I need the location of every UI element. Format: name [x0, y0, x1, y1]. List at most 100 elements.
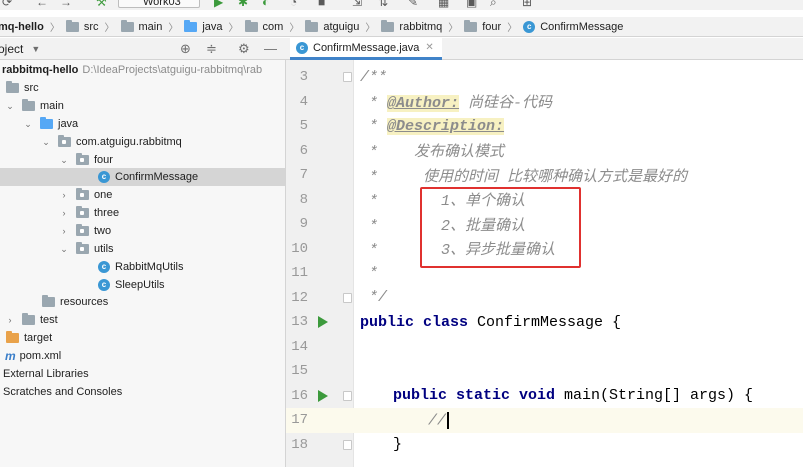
coverage-icon[interactable]: ◐ — [262, 0, 269, 8]
search-icon[interactable]: ⌕ — [490, 0, 497, 8]
tree-item-resources[interactable]: resources — [0, 293, 285, 311]
identifier: ConfirmMessage { — [468, 313, 622, 331]
tree-item-three[interactable]: › three — [0, 204, 285, 222]
fold-icon[interactable] — [343, 439, 352, 450]
tree-item-src[interactable]: src — [0, 79, 285, 97]
javadoc-tag: @Author: — [387, 95, 460, 113]
chevron-right-icon[interactable]: › — [58, 226, 70, 236]
folder-icon — [244, 19, 258, 32]
run-config-dropdown[interactable]: Work03 — [118, 0, 200, 8]
tree-item-java[interactable]: ⌄ java — [0, 115, 285, 133]
gear-icon[interactable]: ⚙ — [238, 41, 250, 57]
layout-icon[interactable]: ▦ — [438, 0, 449, 8]
source-folder-icon — [184, 19, 198, 32]
folder-icon — [6, 81, 19, 93]
stop-icon[interactable]: ■ — [318, 0, 325, 8]
attach-icon[interactable]: ⇲ — [352, 0, 362, 8]
chevron-down-icon[interactable]: ▼ — [31, 44, 40, 54]
breadcrumb-item-src[interactable]: src — [65, 19, 99, 33]
breadcrumb-item-rabbitmq[interactable]: rabbitmq — [381, 19, 443, 33]
back-icon[interactable]: ← — [36, 0, 48, 8]
tree-item-test[interactable]: › test — [0, 311, 285, 329]
terminal-icon[interactable]: ▣ — [466, 0, 477, 8]
tree-item-pom[interactable]: m pom.xml — [0, 347, 285, 365]
line-number: 12 — [291, 289, 308, 306]
tree-item-rabbitmq-hello[interactable]: rabbitmq-hello D:\IdeaProjects\atguigu-r… — [0, 61, 285, 79]
line-number: 10 — [291, 240, 308, 257]
chevron-down-icon[interactable]: ⌄ — [40, 137, 52, 148]
run-gutter-icon[interactable] — [318, 316, 328, 328]
chevron-right-icon[interactable]: › — [58, 208, 70, 218]
breadcrumb-item-java[interactable]: java — [184, 19, 223, 33]
project-view-selector[interactable]: oject — [0, 42, 23, 56]
close-icon[interactable]: ✕ — [425, 42, 433, 53]
chevron-down-icon[interactable]: ⌄ — [58, 155, 70, 166]
chevron-down-icon[interactable]: ⌄ — [58, 244, 70, 255]
tree-item-scratches[interactable]: Scratches and Consoles — [0, 383, 285, 401]
tree-item-confirmmessage[interactable]: c ConfirmMessage — [0, 168, 285, 186]
locate-icon[interactable]: ⊕ — [180, 41, 191, 57]
chevron-right-icon: 〉 — [168, 23, 179, 34]
class-icon: c — [296, 41, 308, 54]
tree-item-sleeputils[interactable]: c SleepUtils — [0, 276, 285, 294]
tree-item-rabbitmqutils[interactable]: c RabbitMqUtils — [0, 258, 285, 276]
folder-icon — [65, 19, 79, 32]
sdk-icon[interactable]: ⊞ — [522, 0, 532, 8]
breadcrumb-label: four — [482, 20, 502, 33]
sync-icon[interactable]: ⟳ — [2, 0, 12, 8]
forward-icon[interactable]: → — [60, 0, 72, 8]
hammer-icon[interactable]: ⚒ — [96, 0, 107, 8]
fold-icon[interactable] — [343, 390, 352, 401]
code-line: 14 — [286, 335, 803, 360]
breadcrumb-item-confirmmessage[interactable]: c ConfirmMessage — [523, 20, 624, 33]
line-number: 15 — [291, 363, 308, 380]
tree-item-two[interactable]: › two — [0, 222, 285, 240]
chevron-right-icon[interactable]: › — [4, 315, 16, 325]
chevron-down-icon[interactable]: ⌄ — [22, 119, 34, 130]
collapse-all-icon[interactable]: ≑ — [206, 41, 217, 57]
run-icon[interactable]: ▶ — [214, 0, 223, 8]
tree-item-external-libraries[interactable]: External Libraries — [0, 365, 285, 383]
tab-confirmmessage[interactable]: c ConfirmMessage.java ✕ — [290, 38, 442, 60]
fold-icon[interactable] — [343, 292, 352, 303]
tree-item-package[interactable]: ⌄ com.atguigu.rabbitmq — [0, 133, 285, 151]
tree-item-target[interactable]: target — [0, 329, 285, 347]
javadoc-tag: @Description: — [387, 117, 505, 135]
code-editor[interactable]: 3 /** 4 * @Author: 尚硅谷-代码 5 * @Descripti… — [286, 60, 803, 467]
tree-item-main[interactable]: ⌄ main — [0, 97, 285, 115]
breadcrumb-item-main[interactable]: main — [120, 19, 162, 33]
tree-item-label: four — [94, 154, 113, 166]
line-number: 6 — [299, 142, 308, 159]
breadcrumb-item-com[interactable]: com — [244, 19, 283, 33]
class-icon: c — [98, 171, 110, 183]
code-text: * — [360, 264, 379, 282]
chevron-right-icon: 〉 — [49, 23, 60, 34]
tree-item-four[interactable]: ⌄ four — [0, 151, 285, 169]
debug-icon[interactable]: ✱ — [238, 0, 248, 8]
package-icon — [76, 242, 89, 254]
package-icon — [58, 135, 71, 147]
breadcrumb-item-atguigu[interactable]: atguigu — [305, 19, 359, 33]
tree-item-one[interactable]: › one — [0, 186, 285, 204]
chevron-right-icon[interactable]: › — [58, 190, 70, 200]
code-line: 18 } — [286, 433, 803, 458]
tree-item-label: one — [94, 189, 113, 201]
settings-icon[interactable]: ✎ — [408, 0, 418, 8]
hide-icon[interactable]: — — [264, 41, 277, 56]
breadcrumb-item-four[interactable]: four — [464, 19, 502, 33]
breadcrumb-label: rabbitmq — [399, 20, 443, 33]
chevron-down-icon[interactable]: ⌄ — [4, 101, 16, 112]
code-line-current: 17 // — [286, 408, 803, 433]
run-gutter-icon[interactable] — [318, 389, 328, 402]
build-icon[interactable]: ⇅ — [378, 0, 388, 8]
fold-icon[interactable] — [343, 72, 352, 82]
folder-icon — [381, 19, 395, 32]
breadcrumb-item-project[interactable]: mq-hello — [0, 21, 44, 33]
tree-item-label: rabbitmq-hello — [2, 64, 79, 76]
breadcrumb-label: ConfirmMessage — [540, 20, 624, 33]
line-number: 16 — [291, 387, 308, 404]
code-line: 12 */ — [286, 286, 803, 311]
folder-icon — [22, 313, 35, 325]
profile-icon[interactable]: ◔ — [290, 0, 297, 8]
tree-item-utils[interactable]: ⌄ utils — [0, 240, 285, 258]
